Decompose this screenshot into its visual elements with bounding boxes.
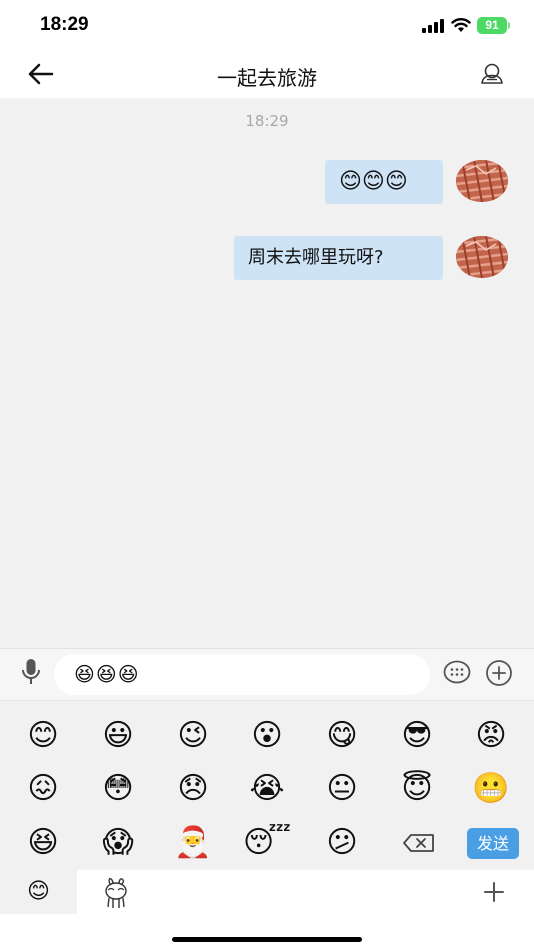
wifi-icon <box>451 18 471 32</box>
emoji-key[interactable]: 😖 <box>19 765 67 813</box>
message-timestamp: 18:29 <box>245 112 289 130</box>
emoji-key[interactable]: 😉 <box>169 712 217 760</box>
avatar[interactable] <box>456 160 508 202</box>
emoji-key[interactable]: 😭 <box>243 765 291 813</box>
send-button[interactable]: 发送 <box>467 828 519 859</box>
emoji-key[interactable]: 😴 <box>243 819 291 867</box>
group-settings-icon[interactable] <box>478 62 506 86</box>
emoji-key[interactable]: 😳 <box>94 765 142 813</box>
tab-emoji[interactable]: 😊 <box>0 870 77 914</box>
add-sticker-icon[interactable] <box>482 880 506 904</box>
emoji-key[interactable]: 😎 <box>393 712 441 760</box>
add-attachment-icon[interactable] <box>485 659 513 687</box>
emoji-key[interactable]: 😇 <box>393 765 441 813</box>
message-input[interactable]: 😆😆😆 <box>54 654 430 695</box>
emoji-key[interactable]: 😆 <box>19 819 67 867</box>
battery-level: 91 <box>477 17 507 34</box>
emoji-key[interactable]: 😡 <box>467 712 515 760</box>
emoji-key[interactable]: 😱 <box>94 819 142 867</box>
chat-area[interactable]: 18:29 😊😊😊 周末去哪里玩呀? <box>0 98 534 648</box>
keyboard-icon[interactable] <box>443 660 471 684</box>
emoji-key[interactable]: 😮 <box>243 712 291 760</box>
input-bar: 😆😆😆 <box>0 648 534 700</box>
home-indicator-area <box>0 914 534 950</box>
backspace-icon[interactable] <box>400 829 438 857</box>
status-bar: 18:29 91 <box>0 0 534 50</box>
emoji-key[interactable]: 😊 <box>19 712 67 760</box>
home-indicator[interactable] <box>172 937 362 942</box>
avatar[interactable] <box>456 236 508 278</box>
emoji-key[interactable]: 😐 <box>318 765 366 813</box>
signal-icon <box>422 19 446 33</box>
message-row: 😊😊😊 <box>0 160 534 206</box>
emoji-key[interactable]: 🎅 <box>169 819 217 867</box>
emoji-panel: 😊 😃 😉 😮 😋 😎 😡 😖 😳 😞 😭 😐 😇 😬 😆 😱 🎅 😴 😕 发送 <box>0 700 534 870</box>
status-time: 18:29 <box>40 14 89 35</box>
sticker-tab-icon[interactable] <box>100 876 132 910</box>
emoji-key[interactable]: 😃 <box>94 712 142 760</box>
emoji-key[interactable]: 😕 <box>318 819 366 867</box>
message-bubble[interactable]: 😊😊😊 <box>325 160 443 204</box>
emoji-key[interactable]: 😞 <box>169 765 217 813</box>
message-bubble[interactable]: 周末去哪里玩呀? <box>234 236 443 280</box>
message-row: 周末去哪里玩呀? <box>0 236 534 282</box>
emoji-key[interactable]: 😋 <box>318 712 366 760</box>
emoji-key[interactable]: 😬 <box>467 765 515 813</box>
microphone-icon[interactable] <box>20 657 42 687</box>
nav-bar: 一起去旅游 <box>0 50 534 98</box>
battery-icon: 91 <box>477 17 510 34</box>
page-title: 一起去旅游 <box>217 66 317 90</box>
emoji-tab-bar: 😊 <box>0 870 534 914</box>
